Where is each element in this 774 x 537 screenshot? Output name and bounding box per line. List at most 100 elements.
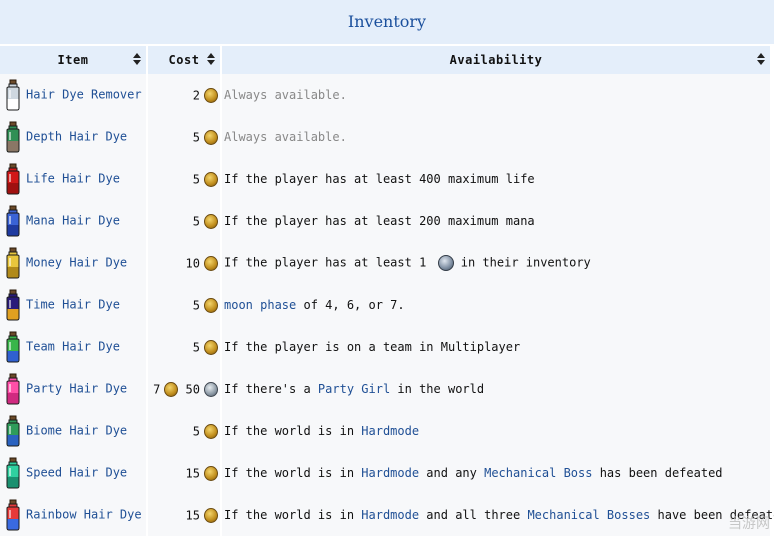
- item-cell: Speed Hair Dye: [0, 452, 146, 494]
- availability-cell: Always available.: [222, 74, 770, 116]
- cost-cell: 7 50: [148, 368, 220, 410]
- dye-bottle-icon: [6, 247, 20, 279]
- gold-coin-icon: [204, 465, 218, 481]
- availability-text: has been defeated: [592, 466, 723, 480]
- cost-value: 5: [192, 340, 200, 354]
- item-cell: Party Hair Dye: [0, 368, 146, 410]
- availability-cell: If there's a Party Girl in the world: [222, 368, 770, 410]
- availability-cell: If the player has at least 200 maximum m…: [222, 200, 770, 242]
- table-row: Time Hair Dye 5 moon phase of 4, 6, or 7.: [0, 284, 770, 326]
- availability-link[interactable]: Mechanical Boss: [484, 466, 592, 480]
- availability-text: If the world is in: [224, 424, 362, 438]
- availability-link[interactable]: Hardmode: [361, 424, 419, 438]
- item-link[interactable]: Rainbow Hair Dye: [26, 508, 142, 522]
- dye-bottle-icon: [6, 499, 20, 531]
- dye-bottle-icon: [6, 415, 20, 447]
- cost-cell: 5: [148, 200, 220, 242]
- inventory-table: Item Cost Availability Hair Dye Remover 2…: [0, 44, 774, 536]
- dye-bottle-icon: [6, 121, 20, 153]
- availability-link[interactable]: moon phase: [224, 298, 296, 312]
- table-row: Hair Dye Remover 2 Always available.: [0, 74, 770, 116]
- availability-cell: If the player has at least 400 maximum l…: [222, 158, 770, 200]
- table-row: Speed Hair Dye 15 If the world is in Hardm…: [0, 452, 770, 494]
- cost-cell: 5: [148, 284, 220, 326]
- item-link[interactable]: Team Hair Dye: [26, 340, 120, 354]
- availability-cell: If the world is in Hardmode and all thre…: [222, 494, 774, 536]
- item-cell: Rainbow Hair Dye: [0, 494, 146, 536]
- cost-cell: 10: [148, 242, 220, 284]
- availability-text: If there's a: [224, 382, 318, 396]
- item-cell: Team Hair Dye: [0, 326, 146, 368]
- dye-bottle-icon: [6, 373, 20, 405]
- cost-value: 5: [192, 130, 200, 144]
- availability-text: of 4, 6, or 7.: [296, 298, 405, 312]
- item-link[interactable]: Time Hair Dye: [26, 298, 120, 312]
- item-link[interactable]: Life Hair Dye: [26, 172, 120, 186]
- table-row: Depth Hair Dye 5 Always available.: [0, 116, 770, 158]
- table-row: Biome Hair Dye 5 If the world is in Hardmo…: [0, 410, 770, 452]
- item-link[interactable]: Money Hair Dye: [26, 256, 127, 270]
- item-link[interactable]: Depth Hair Dye: [26, 130, 127, 144]
- dye-bottle-icon: [6, 289, 20, 321]
- dye-bottle-icon: [6, 163, 20, 195]
- availability-cell: If the world is in Hardmode: [222, 410, 770, 452]
- cost-value: 5: [192, 214, 200, 228]
- availability-text: Always available.: [224, 88, 347, 102]
- sort-icon[interactable]: [207, 53, 215, 65]
- item-link[interactable]: Biome Hair Dye: [26, 424, 127, 438]
- dye-bottle-icon: [6, 331, 20, 363]
- column-header-item[interactable]: Item: [0, 44, 146, 74]
- gold-coin-icon: [204, 171, 218, 187]
- table-row: Team Hair Dye 5 If the player is on a team…: [0, 326, 770, 368]
- cost-value: 5: [192, 424, 200, 438]
- item-cell: Depth Hair Dye: [0, 116, 146, 158]
- table-row: Rainbow Hair Dye 15 If the world is in Har…: [0, 494, 774, 536]
- availability-text: If the player has at least 1: [224, 255, 434, 270]
- availability-text: If the player is on a team in Multiplaye…: [224, 340, 521, 354]
- gold-coin-icon: [204, 423, 218, 439]
- item-link[interactable]: Party Hair Dye: [26, 382, 127, 396]
- dye-bottle-icon: [6, 457, 20, 489]
- sort-icon[interactable]: [757, 53, 765, 65]
- column-header-availability[interactable]: Availability: [222, 44, 770, 74]
- availability-cell: Always available.: [222, 116, 770, 158]
- cost-value-silver: 50: [185, 382, 200, 396]
- sort-icon[interactable]: [133, 53, 141, 65]
- availability-text: in their inventory: [453, 255, 591, 270]
- gold-coin-icon: [204, 87, 218, 103]
- item-cell: Life Hair Dye: [0, 158, 146, 200]
- cost-cell: 5: [148, 326, 220, 368]
- item-link[interactable]: Hair Dye Remover: [26, 88, 142, 102]
- availability-text: and any: [419, 466, 485, 480]
- cost-cell: 2: [148, 74, 220, 116]
- item-link[interactable]: Mana Hair Dye: [26, 214, 120, 228]
- cost-cell: 5: [148, 158, 220, 200]
- table-row: Mana Hair Dye 5 If the player has at least…: [0, 200, 770, 242]
- cost-value: 5: [192, 298, 200, 312]
- availability-cell: moon phase of 4, 6, or 7.: [222, 284, 770, 326]
- column-header-cost[interactable]: Cost: [148, 44, 220, 74]
- availability-link[interactable]: Party Girl: [318, 382, 390, 396]
- availability-cell: If the player is on a team in Multiplaye…: [222, 326, 770, 368]
- item-cell: Mana Hair Dye: [0, 200, 146, 242]
- cost-cell: 15: [148, 452, 220, 494]
- availability-text: and all three: [419, 508, 528, 522]
- item-cell: Biome Hair Dye: [0, 410, 146, 452]
- table-row: Life Hair Dye 5 If the player has at least…: [0, 158, 770, 200]
- cost-value: 5: [192, 172, 200, 186]
- availability-link[interactable]: Hardmode: [361, 508, 419, 522]
- availability-link[interactable]: Mechanical Bosses: [527, 508, 650, 522]
- availability-link[interactable]: Hardmode: [361, 466, 419, 480]
- gold-coin-icon: [204, 213, 218, 229]
- dye-bottle-icon: [6, 79, 20, 111]
- item-cell: Hair Dye Remover: [0, 74, 146, 116]
- gold-coin-icon: [204, 297, 218, 313]
- item-link[interactable]: Speed Hair Dye: [26, 466, 127, 480]
- availability-cell: If the player has at least 1 in their in…: [222, 242, 770, 284]
- watermark: 当游网: [728, 516, 770, 532]
- availability-text: If the player has at least 200 maximum m…: [224, 214, 535, 228]
- availability-text: If the player has at least 400 maximum l…: [224, 172, 535, 186]
- availability-text: Always available.: [224, 130, 347, 144]
- table-row: Party Hair Dye 7 50 If there's a Party Gir…: [0, 368, 770, 410]
- gold-coin-icon: [204, 129, 218, 145]
